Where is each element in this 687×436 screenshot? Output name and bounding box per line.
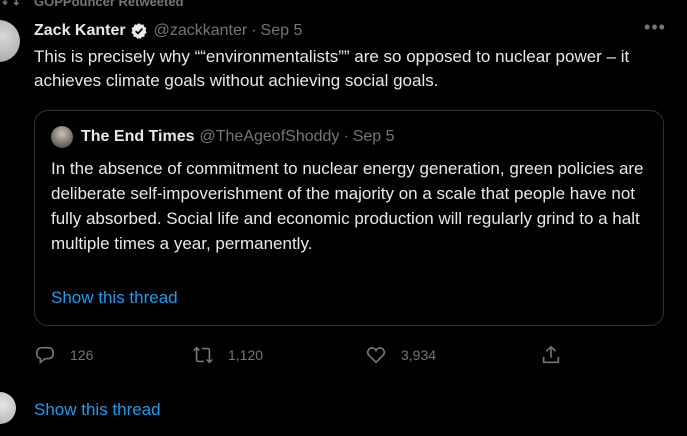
retweet-icon <box>2 0 20 6</box>
like-button[interactable]: 3,934 <box>365 343 436 367</box>
header-separator: · <box>251 22 257 39</box>
quote-header-separator: · <box>343 128 349 145</box>
author-name[interactable]: Zack Kanter <box>34 22 126 40</box>
reply-button[interactable]: 126 <box>34 343 93 367</box>
quote-date: Sep 5 <box>352 128 395 145</box>
thread-avatar[interactable] <box>0 392 16 424</box>
quote-header: The End Times @TheAgeofShoddy · Sep 5 <box>51 126 395 148</box>
share-icon <box>542 345 560 364</box>
quoted-tweet[interactable]: The End Times @TheAgeofShoddy · Sep 5 In… <box>34 110 664 326</box>
more-icon[interactable]: ••• <box>643 18 667 38</box>
retweet-count: 1,120 <box>228 347 264 363</box>
quote-text: In the absence of commitment to nuclear … <box>51 159 644 253</box>
quote-avatar <box>51 126 73 148</box>
heart-icon <box>366 347 386 364</box>
tweet-text: This is precisely why ““environmentalist… <box>34 47 630 90</box>
social-context: GOPPouncer Retweeted <box>0 0 184 9</box>
tweet-date[interactable]: Sep 5 <box>261 22 303 40</box>
quote-author-handle: @TheAgeofShoddy <box>199 128 340 145</box>
share-button[interactable] <box>540 343 576 367</box>
author-handle[interactable]: @zackkanter <box>154 22 248 40</box>
social-context-label[interactable]: GOPPouncer Retweeted <box>34 0 184 9</box>
like-count: 3,934 <box>401 347 437 363</box>
verified-badge-icon <box>130 23 147 40</box>
tweet-timeline: GOPPouncer Retweeted Zack Kanter @zackka… <box>0 0 687 436</box>
reply-icon <box>35 346 55 365</box>
tweet-header: Zack Kanter @zackkanter · Sep 5 <box>34 20 302 42</box>
retweet-icon <box>193 346 213 364</box>
retweet-button[interactable]: 1,120 <box>192 343 263 367</box>
quote-show-thread-link[interactable]: Show this thread <box>51 288 178 308</box>
avatar[interactable] <box>0 20 20 62</box>
quote-author-name: The End Times <box>81 128 195 145</box>
show-thread-link[interactable]: Show this thread <box>34 400 161 420</box>
action-bar: 126 1,120 3,934 <box>34 343 574 367</box>
reply-count: 126 <box>70 347 94 363</box>
